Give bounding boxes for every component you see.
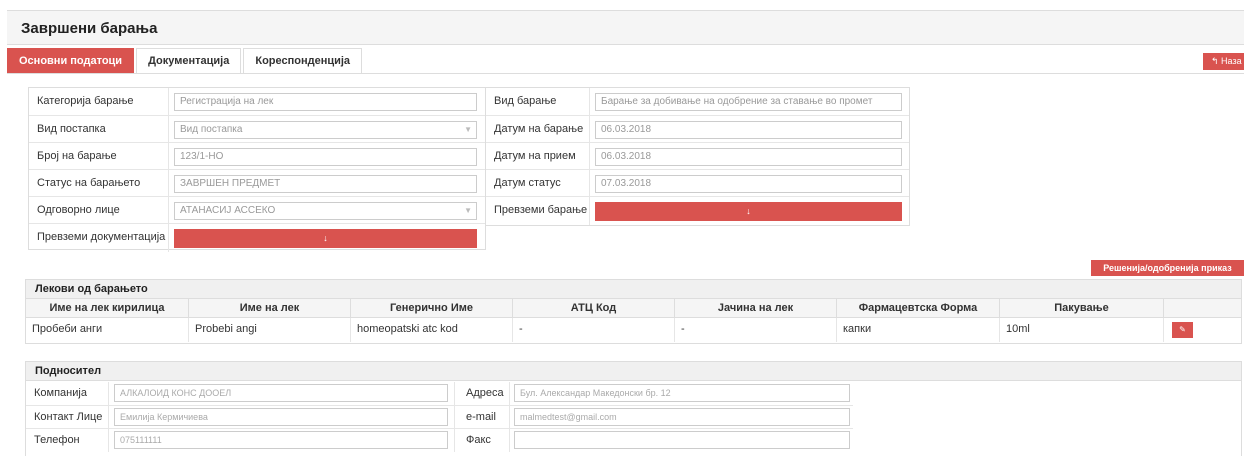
submitter-row: Компанија АЛКАЛОИД КОНС ДООЕЛ Адреса Бул… — [26, 382, 853, 405]
form-row-download-docs: Превземи документација ↓ — [29, 223, 485, 252]
form-row-number: Број на барање 123/1-НО — [29, 142, 485, 171]
request-form-right: Вид барање Барање за добивање на одобрен… — [486, 87, 910, 226]
phone-label: Телефон — [34, 434, 80, 446]
column-header — [1164, 299, 1241, 318]
download-arrow-icon: ↓ — [323, 233, 328, 243]
table-cell: капки — [837, 318, 1000, 342]
page-title: Завршени барања — [21, 20, 158, 37]
contact-person-label: Контакт Лице — [34, 411, 103, 423]
request-number-label: Број на барање — [37, 150, 117, 162]
request-date-label: Датум на барање — [494, 123, 584, 135]
request-form-left: Категорија барање Регистрација на лек Ви… — [28, 87, 486, 252]
table-cell: - — [675, 318, 837, 342]
category-input[interactable]: Регистрација на лек — [174, 93, 477, 111]
submitter-panel: Подносител Компанија АЛКАЛОИД КОНС ДООЕЛ… — [25, 361, 1242, 456]
request-date-input[interactable]: 06.03.2018 — [595, 121, 902, 139]
address-label: Адреса — [466, 387, 504, 399]
medicines-panel-title: Лекови од барањето — [26, 280, 1241, 299]
download-arrow-icon: ↓ — [746, 206, 751, 216]
form-row-responsible: Одговорно лице АТАНАСИЈ АССЕКО ▼ — [29, 196, 485, 225]
company-input[interactable]: АЛКАЛОИД КОНС ДООЕЛ — [114, 384, 448, 402]
submitter-panel-title: Подносител — [26, 362, 1241, 381]
fax-input[interactable] — [514, 431, 850, 449]
status-date-label: Датум статус — [494, 177, 561, 189]
procedure-select-value: Вид постапка — [180, 124, 243, 135]
form-row-request-type: Вид барање Барање за добивање на одобрен… — [486, 88, 909, 116]
column-header[interactable]: Име на лек кирилица — [26, 299, 189, 318]
address-input[interactable]: Бул. Александар Македонски бр. 12 — [514, 384, 850, 402]
request-number-input[interactable]: 123/1-НО — [174, 148, 477, 166]
responsible-select[interactable]: АТАНАСИЈ АССЕКО ▼ — [174, 202, 477, 220]
tab-basic-data[interactable]: Основни податоци — [7, 48, 135, 74]
medicines-panel: Лекови од барањето Име на лек кирилица И… — [25, 279, 1242, 344]
company-label: Компанија — [34, 387, 87, 399]
email-label: e-mail — [466, 411, 496, 423]
email-field[interactable]: malmedtest@gmail.com — [514, 408, 850, 426]
category-label: Категорија барање — [37, 95, 134, 107]
fax-label: Факс — [466, 434, 491, 446]
responsible-select-value: АТАНАСИЈ АССЕКО — [180, 205, 276, 216]
form-row-request-date: Датум на барање 06.03.2018 — [486, 115, 909, 144]
column-header[interactable]: АТЦ Код — [513, 299, 675, 318]
procedure-label: Вид постапка — [37, 123, 106, 135]
tab-bar: Основни податоци Документација Кореспонд… — [7, 48, 364, 74]
page-header: Завршени барања — [7, 10, 1244, 45]
tabs-divider — [7, 73, 1244, 74]
receipt-date-input[interactable]: 06.03.2018 — [595, 148, 902, 166]
back-button[interactable]: ↰ Наза — [1203, 53, 1244, 70]
download-docs-label: Превземи документација — [37, 231, 166, 243]
receipt-date-label: Датум на прием — [494, 150, 576, 162]
table-row[interactable]: Пробеби анги Probebi angi homeopatski at… — [26, 318, 1241, 342]
form-row-receipt-date: Датум на прием 06.03.2018 — [486, 142, 909, 171]
status-date-input[interactable]: 07.03.2018 — [595, 175, 902, 193]
column-header[interactable]: Фармацевтска Форма — [837, 299, 1000, 318]
request-type-label: Вид барање — [494, 95, 557, 107]
form-row-status: Статус на барањето ЗАВРШЕН ПРЕДМЕТ — [29, 169, 485, 198]
form-row-category: Категорија барање Регистрација на лек — [29, 88, 485, 116]
table-cell: homeopatski atc kod — [351, 318, 513, 342]
table-cell: Probebi angi — [189, 318, 351, 342]
phone-input[interactable]: 075111111 — [114, 431, 448, 449]
contact-person-input[interactable]: Емилија Кермичиева — [114, 408, 448, 426]
submitter-row: Телефон 075111111 Факс — [26, 428, 853, 452]
column-header[interactable]: Име на лек — [189, 299, 351, 318]
edit-icon[interactable]: ✎ — [1172, 322, 1193, 338]
table-cell: - — [513, 318, 675, 342]
chevron-down-icon: ▼ — [464, 125, 472, 134]
tab-documentation[interactable]: Документација — [136, 48, 242, 74]
procedure-select[interactable]: Вид постапка ▼ — [174, 121, 477, 139]
status-input[interactable]: ЗАВРШЕН ПРЕДМЕТ — [174, 175, 477, 193]
request-type-input[interactable]: Барање за добивање на одобрение за става… — [595, 93, 902, 111]
responsible-label: Одговорно лице — [37, 204, 120, 216]
table-cell: 10ml — [1000, 318, 1164, 342]
decisions-view-button[interactable]: Решенија/одобренија приказ — [1091, 260, 1244, 276]
download-request-label: Превземи барање — [494, 204, 588, 216]
status-label: Статус на барањето — [37, 177, 141, 189]
tab-correspondence[interactable]: Кореспонденција — [243, 48, 363, 74]
form-row-procedure: Вид постапка Вид постапка ▼ — [29, 115, 485, 144]
medicines-table-header: Име на лек кирилица Име на лек Генерично… — [26, 299, 1241, 318]
download-request-button[interactable]: ↓ — [595, 202, 902, 221]
form-row-download-request: Превземи барање ↓ — [486, 196, 909, 225]
form-row-status-date: Датум статус 07.03.2018 — [486, 169, 909, 198]
download-docs-button[interactable]: ↓ — [174, 229, 477, 248]
column-header[interactable]: Генерично Име — [351, 299, 513, 318]
column-header[interactable]: Јачина на лек — [675, 299, 837, 318]
chevron-down-icon: ▼ — [464, 206, 472, 215]
table-cell: Пробеби анги — [26, 318, 189, 342]
submitter-row: Контакт Лице Емилија Кермичиева e-mail m… — [26, 405, 853, 429]
column-header[interactable]: Пакување — [1000, 299, 1164, 318]
